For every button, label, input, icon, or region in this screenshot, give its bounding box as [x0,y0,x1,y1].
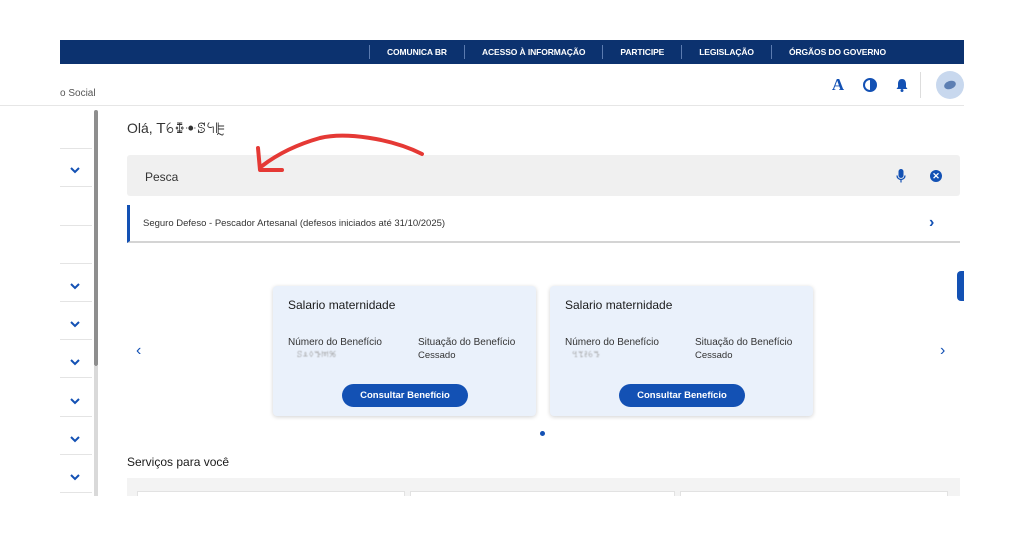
suggestion-text: Seguro Defeso - Pescador Artesanal (defe… [143,218,446,229]
status-value: Cessado [418,350,456,361]
gov-top-bar: COMUNICA BR ACESSO À INFORMAÇÃO PARTICIP… [60,40,964,64]
benefit-card: Salario maternidade Número do Benefício … [550,286,813,416]
carousel-indicator[interactable] [540,431,545,436]
page: COMUNICA BR ACESSO À INFORMAÇÃO PARTICIP… [0,0,1024,536]
sidebar-scrollbar[interactable] [94,110,98,366]
benefit-number-label: Número do Benefício [565,337,659,348]
benefit-number-label: Número do Benefício [288,337,382,348]
greeting: Olá, ꓔꕃꔁꔹꕷꕪꕟ [127,120,226,137]
link-participe[interactable]: PARTICIPE [603,47,681,57]
contrast-icon[interactable] [862,77,878,93]
link-comunica-br[interactable]: COMUNICA BR [370,47,464,57]
sidebar-scroll-track [94,366,98,496]
service-card[interactable] [680,491,948,496]
user-name: ꓔꕃꔁꔹꕷꕪꕟ [156,120,226,136]
carousel-prev-button[interactable]: ‹ [136,342,141,360]
link-orgaos-governo[interactable]: ÓRGÃOS DO GOVERNO [772,47,903,57]
sidebar-item[interactable] [60,149,92,187]
benefit-card: Salario maternidade Número do Benefício … [273,286,536,416]
benefit-number-value: ꕶꕊꕺꔥꔟꕑ [297,350,337,359]
consult-benefit-button[interactable]: Consultar Benefício [619,384,745,407]
service-card[interactable] [137,491,405,496]
avatar-image [942,79,958,91]
sidebar-item[interactable] [60,107,92,149]
link-legislacao[interactable]: LEGISLAÇÃO [682,47,771,57]
sidebar-item[interactable] [60,417,92,455]
sidebar-item[interactable] [60,378,92,417]
sidebar-item[interactable] [60,302,92,340]
gov-links: COMUNICA BR ACESSO À INFORMAÇÃO PARTICIP… [369,40,903,64]
annotation-arrow-icon [256,133,424,172]
service-card[interactable] [410,491,675,496]
site-header: o Social A [0,64,964,106]
bell-icon[interactable] [894,77,910,93]
font-size-icon[interactable]: A [830,75,846,94]
benefit-number-value: ꔇꔂꔧꕃꔤ [572,350,601,359]
search-value: Pesca [145,170,179,184]
avatar[interactable] [936,71,964,99]
clear-icon[interactable]: ✕ [930,170,942,182]
link-acesso-informacao[interactable]: ACESSO À INFORMAÇÃO [465,47,602,57]
breadcrumb[interactable]: o Social [60,88,96,99]
consult-benefit-button[interactable]: Consultar Benefício [342,384,468,407]
side-tab[interactable] [957,271,964,301]
sidebar-item[interactable] [60,264,92,302]
sidebar-item[interactable] [60,226,92,264]
microphone-icon[interactable] [896,169,906,183]
carousel-next-button[interactable]: › [940,342,945,360]
status-value: Cessado [695,350,733,361]
search-suggestion[interactable]: Seguro Defeso - Pescador Artesanal (defe… [127,205,960,243]
card-title: Salario maternidade [565,298,673,312]
card-title: Salario maternidade [288,298,396,312]
greeting-prefix: Olá, [127,120,157,136]
status-label: Situação do Benefício [418,337,516,348]
chevron-right-icon: › [929,214,935,231]
header-divider [920,72,921,98]
status-label: Situação do Benefício [695,337,793,348]
sidebar-item[interactable] [60,187,92,226]
sidebar-item[interactable] [60,455,92,493]
services-heading: Serviços para você [127,455,230,469]
sidebar-item[interactable] [60,340,92,378]
